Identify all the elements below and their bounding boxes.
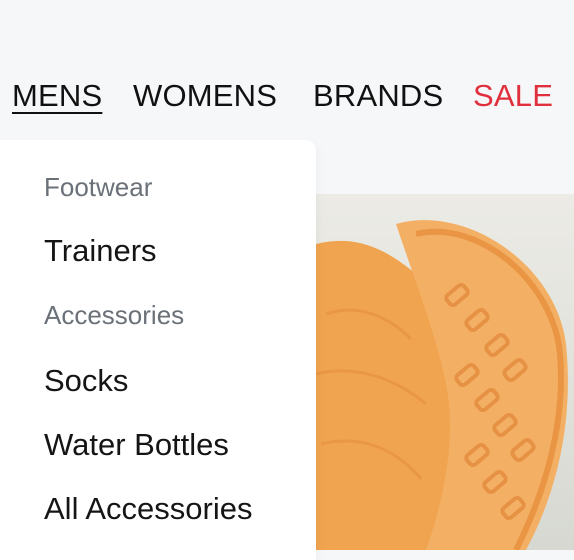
menu-heading-accessories: Accessories [44,300,185,330]
nav-womens[interactable]: WOMENS [133,74,277,118]
menu-link-water-bottles[interactable]: Water Bottles [44,427,229,463]
menu-link-trainers[interactable]: Trainers [44,233,157,269]
top-navigation: MENS WOMENS BRANDS SALE [0,0,574,140]
trainer-shoe-image [316,220,568,550]
mens-dropdown-menu: Footwear Trainers Accessories Socks Wate… [0,140,316,560]
nav-brands[interactable]: BRANDS [313,74,443,118]
nav-mens[interactable]: MENS [12,74,102,118]
menu-link-socks[interactable]: Socks [44,363,128,399]
hero-image[interactable] [316,194,574,550]
nav-sale[interactable]: SALE [473,74,553,118]
menu-link-all-accessories[interactable]: All Accessories [44,491,252,527]
menu-heading-footwear: Footwear [44,172,153,202]
